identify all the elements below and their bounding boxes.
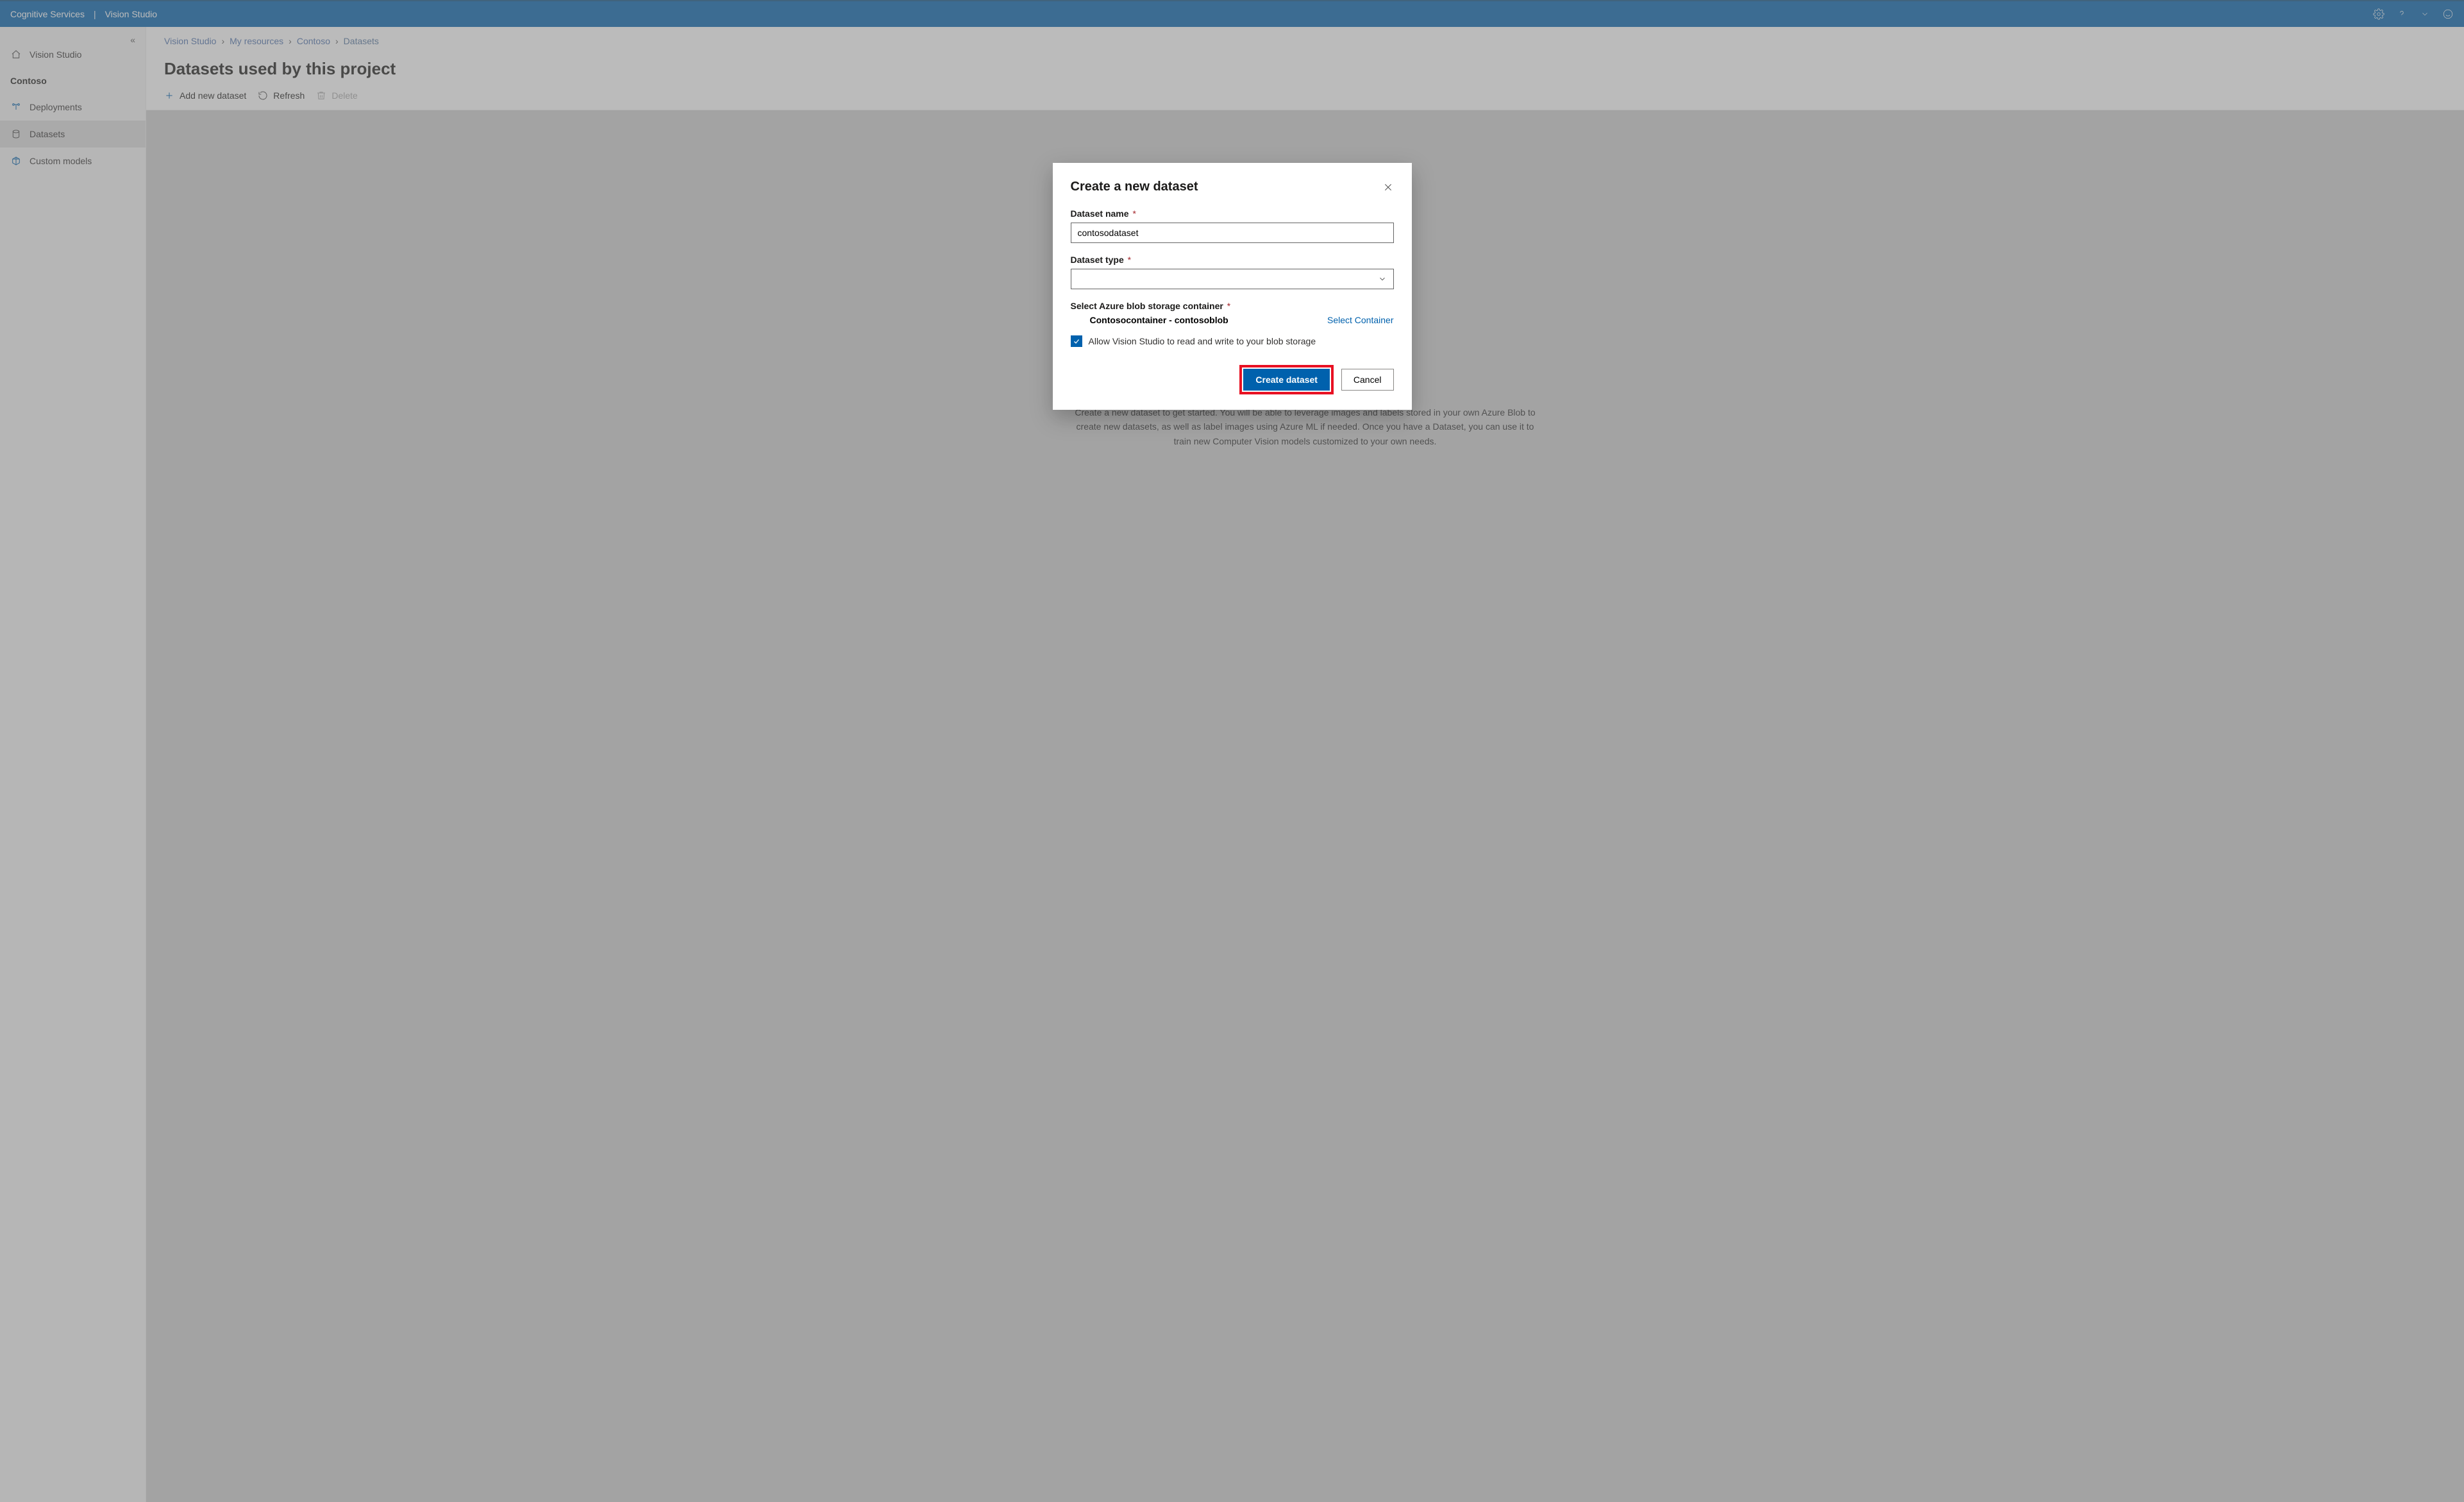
modal-overlay: Create a new dataset Dataset name * Data… xyxy=(0,0,2464,1502)
create-dataset-modal: Create a new dataset Dataset name * Data… xyxy=(1053,163,1412,410)
dataset-name-label: Dataset name * xyxy=(1071,208,1394,219)
blob-container-label: Select Azure blob storage container * xyxy=(1071,301,1394,311)
dataset-name-input[interactable] xyxy=(1071,223,1394,243)
dataset-name-field: Dataset name * xyxy=(1071,208,1394,243)
label-text: Dataset name xyxy=(1071,208,1129,219)
required-marker: * xyxy=(1227,301,1230,311)
label-text: Select Azure blob storage container xyxy=(1071,301,1223,311)
allow-rw-checkbox[interactable] xyxy=(1071,335,1082,347)
required-marker: * xyxy=(1128,255,1131,265)
blob-container-field: Select Azure blob storage container * Co… xyxy=(1071,301,1394,325)
modal-actions: Create dataset Cancel xyxy=(1071,365,1394,394)
dataset-type-field: Dataset type * xyxy=(1071,255,1394,289)
modal-title: Create a new dataset xyxy=(1071,180,1198,194)
close-icon[interactable] xyxy=(1382,181,1394,193)
required-marker: * xyxy=(1132,208,1136,219)
create-dataset-button[interactable]: Create dataset xyxy=(1243,369,1330,391)
select-container-link[interactable]: Select Container xyxy=(1327,315,1394,325)
cancel-button[interactable]: Cancel xyxy=(1341,369,1394,391)
chevron-down-icon xyxy=(1378,274,1387,283)
modal-header: Create a new dataset xyxy=(1071,180,1394,194)
allow-rw-label: Allow Vision Studio to read and write to… xyxy=(1089,336,1316,346)
dataset-type-select[interactable] xyxy=(1071,269,1394,289)
dataset-type-label: Dataset type * xyxy=(1071,255,1394,265)
blob-container-value: Contosocontainer - contosoblob xyxy=(1090,315,1228,325)
highlight-ring: Create dataset xyxy=(1239,365,1334,394)
label-text: Dataset type xyxy=(1071,255,1124,265)
blob-container-row: Contosocontainer - contosoblob Select Co… xyxy=(1071,315,1394,325)
allow-rw-row: Allow Vision Studio to read and write to… xyxy=(1071,335,1394,347)
